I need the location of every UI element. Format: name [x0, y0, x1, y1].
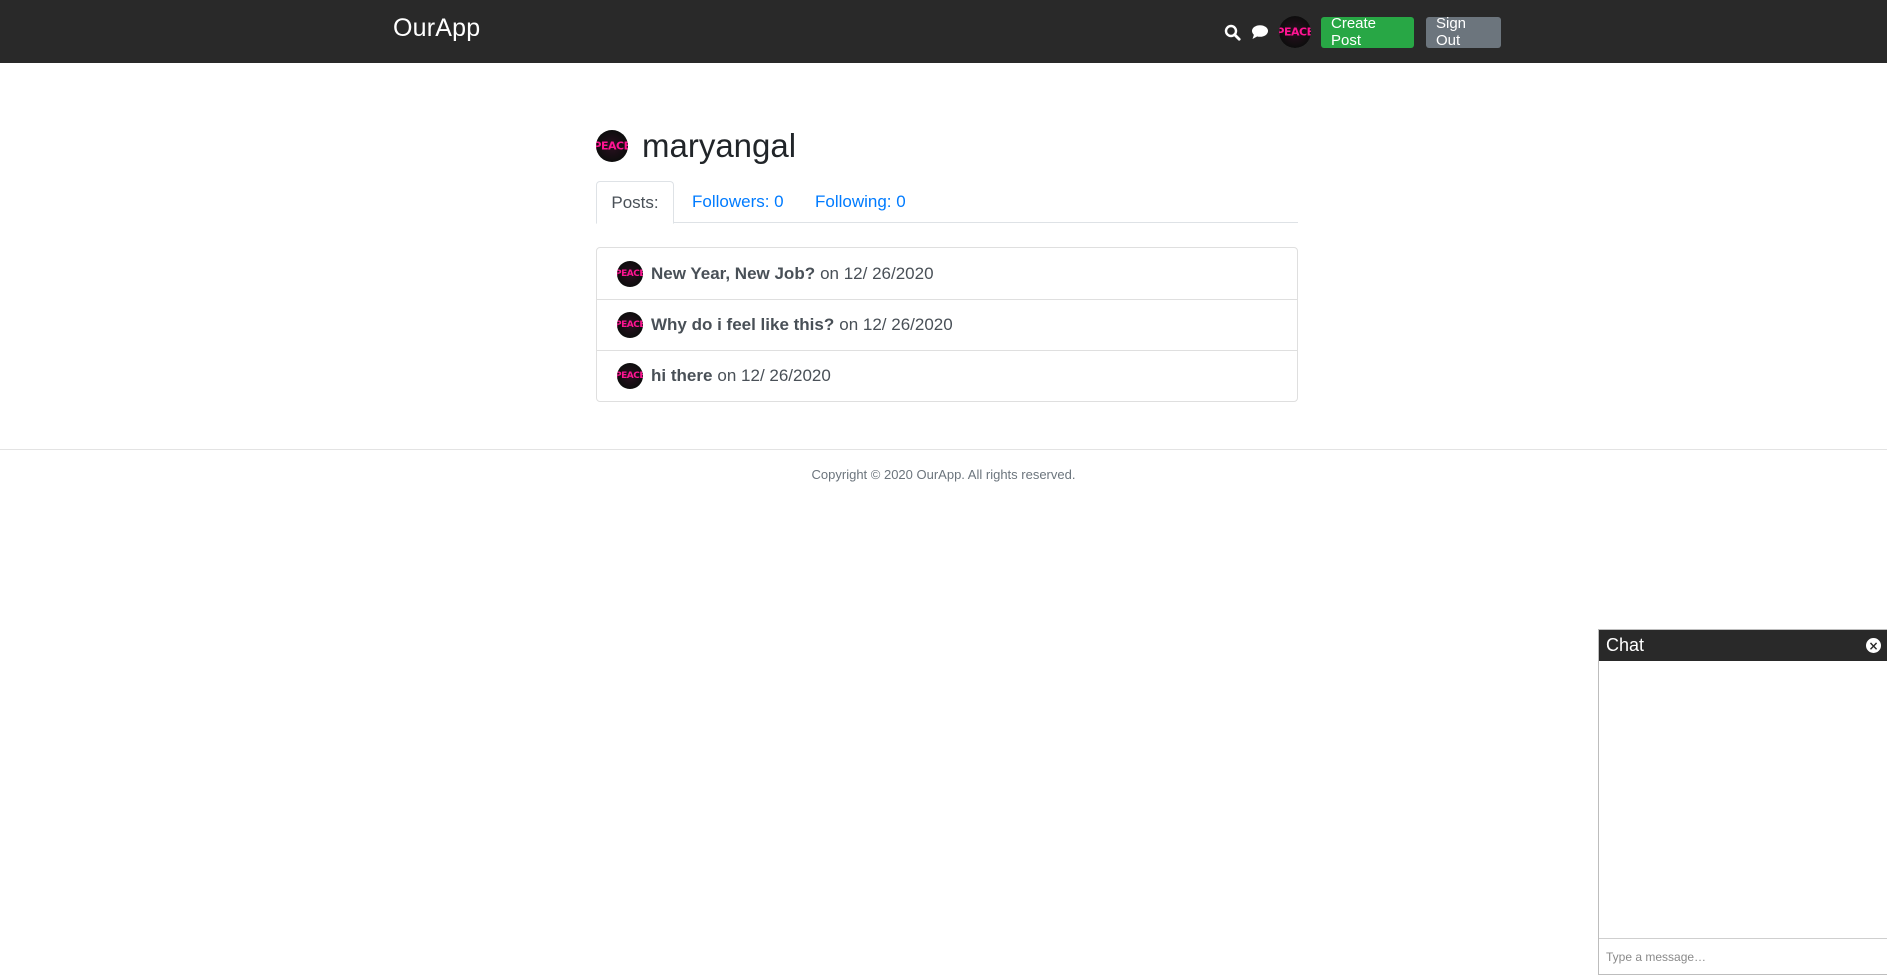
avatar-text: PEACE	[596, 139, 628, 153]
post-date: on 12/ 26/2020	[820, 263, 934, 283]
footer-divider	[0, 449, 1887, 450]
post-author-avatar: PEACE	[617, 363, 643, 389]
chat-panel: Chat ×	[1598, 629, 1887, 975]
post-author-avatar: PEACE	[617, 312, 643, 338]
profile-tabs: Posts: Followers: 0 Following: 0	[596, 181, 1298, 224]
post-list-item[interactable]: PEACE Why do i feel like this? on 12/ 26…	[597, 299, 1297, 350]
avatar-text: PEACE	[1279, 25, 1311, 39]
post-date: on 12/ 26/2020	[839, 315, 953, 334]
create-post-button[interactable]: Create Post	[1321, 15, 1414, 49]
post-title[interactable]: New Year, New Job?	[651, 264, 815, 284]
avatar-text: PEACE	[617, 320, 643, 330]
brand-logo[interactable]: OurApp	[393, 14, 480, 43]
tab-followers[interactable]: Followers: 0	[692, 181, 784, 223]
chat-title: Chat	[1606, 635, 1645, 655]
chat-bubble-icon[interactable]	[1247, 19, 1273, 45]
chat-header: Chat ×	[1599, 630, 1887, 661]
profile-header: PEACE maryangal	[596, 126, 796, 166]
profile-avatar: PEACE	[596, 130, 628, 162]
post-list-item[interactable]: PEACE hi there on 12/ 26/2020	[597, 350, 1297, 401]
post-title[interactable]: hi there	[651, 366, 712, 386]
chat-input-container	[1599, 938, 1887, 974]
profile-username: maryangal	[642, 127, 797, 164]
post-list: PEACE New Year, New Job? on 12/ 26/2020 …	[596, 247, 1298, 402]
post-list-item[interactable]: PEACE New Year, New Job? on 12/ 26/2020	[597, 248, 1297, 299]
search-icon[interactable]	[1219, 19, 1245, 45]
user-avatar[interactable]: PEACE	[1279, 16, 1311, 48]
tab-posts[interactable]: Posts:	[596, 181, 674, 224]
post-author-avatar: PEACE	[617, 260, 643, 287]
top-navbar: OurApp PEACE Create Post Sign Out	[0, 0, 1887, 63]
avatar-text: PEACE	[617, 371, 643, 381]
post-title[interactable]: Why do i feel like this?	[651, 315, 834, 335]
chat-message-input[interactable]	[1599, 939, 1887, 974]
tab-following[interactable]: Following: 0	[815, 181, 906, 223]
footer-copyright: Copyright © 2020 OurApp. All rights rese…	[811, 467, 1076, 482]
navbar-actions: PEACE Create Post Sign Out	[1219, 15, 1501, 49]
chat-log	[1599, 661, 1887, 941]
post-date: on 12/ 26/2020	[717, 366, 831, 385]
avatar-text: PEACE	[617, 268, 643, 279]
sign-out-button[interactable]: Sign Out	[1426, 15, 1501, 49]
close-icon[interactable]: ×	[1866, 638, 1881, 653]
